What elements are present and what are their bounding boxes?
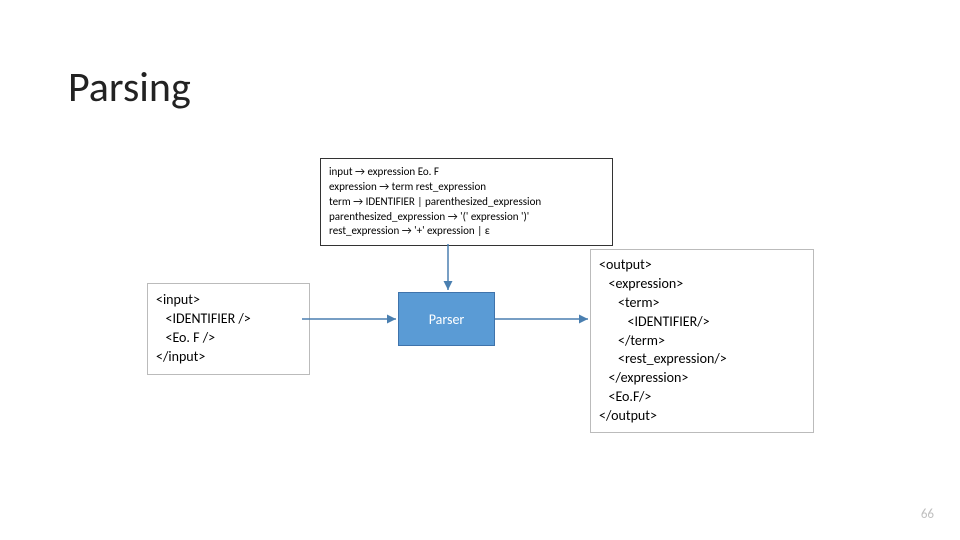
page-title: Parsing xyxy=(68,62,191,113)
input-xml-box: <input> <IDENTIFIER /> <Eo. F /> </input… xyxy=(147,283,310,375)
page-number: 66 xyxy=(921,507,934,522)
output-xml-box: <output> <expression> <term> <IDENTIFIER… xyxy=(590,249,814,433)
parser-node: Parser xyxy=(398,292,495,346)
parser-label: Parser xyxy=(429,311,465,328)
grammar-rules-box: input → expression Eo. F expression → te… xyxy=(320,158,613,246)
